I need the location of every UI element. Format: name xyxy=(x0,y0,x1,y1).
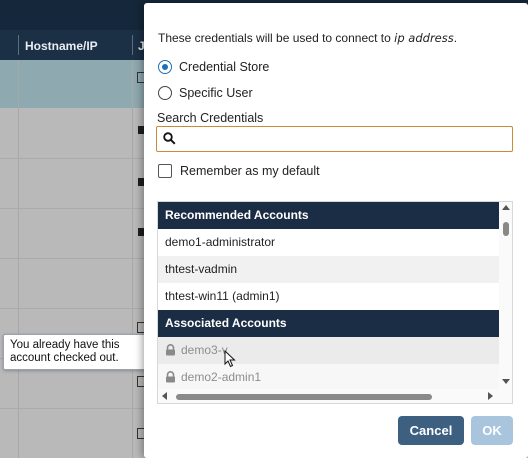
mouse-pointer-icon xyxy=(224,350,236,368)
radio-credential-store[interactable]: Credential Store xyxy=(158,60,269,74)
list-item-label: demo2-admin1 xyxy=(181,370,262,384)
row-divider xyxy=(0,408,150,409)
list-item[interactable]: thtest-win11 (admin1) xyxy=(158,283,499,310)
row-divider xyxy=(0,258,150,259)
row-divider xyxy=(0,208,150,209)
group-header-associated: Associated Accounts xyxy=(158,310,499,337)
search-input[interactable] xyxy=(181,129,506,149)
credentials-dialog: These credentials will be used to connec… xyxy=(144,3,528,458)
row-divider xyxy=(0,308,150,309)
column-separator xyxy=(18,35,19,55)
lock-icon xyxy=(166,370,175,383)
column-divider xyxy=(18,60,19,458)
search-field[interactable] xyxy=(156,126,513,152)
column-divider xyxy=(132,60,133,458)
scroll-up-icon[interactable] xyxy=(502,205,510,210)
radio-label: Specific User xyxy=(179,86,253,100)
info-prefix: These credentials will be used to connec… xyxy=(158,31,395,45)
scroll-down-icon[interactable] xyxy=(502,379,510,384)
checkbox-label: Remember as my default xyxy=(180,164,320,178)
radio-specific-user[interactable]: Specific User xyxy=(158,86,253,100)
vertical-scroll-thumb[interactable] xyxy=(503,222,509,236)
scroll-right-icon[interactable] xyxy=(488,392,493,400)
list-item-disabled[interactable]: demo3-v xyxy=(158,337,499,364)
vertical-scrollbar[interactable] xyxy=(499,202,512,389)
radio-label: Credential Store xyxy=(179,60,270,74)
radio-button-checked[interactable] xyxy=(158,60,172,74)
column-header-hostname[interactable]: Hostname/IP xyxy=(25,39,98,53)
group-header-recommended: Recommended Accounts xyxy=(158,202,499,229)
lock-icon xyxy=(166,343,175,356)
tooltip-line-2: account checked out. xyxy=(10,352,119,364)
row-divider xyxy=(0,158,150,159)
accounts-list-content: Recommended Accounts demo1-administrator… xyxy=(158,202,499,391)
search-icon xyxy=(163,132,176,145)
remember-default-checkbox[interactable]: Remember as my default xyxy=(158,164,320,178)
ok-button[interactable]: OK xyxy=(471,416,513,445)
checked-out-tooltip: You already have this account checked ou… xyxy=(3,334,151,370)
list-item-disabled[interactable]: demo2-admin1 xyxy=(158,364,499,391)
search-label: Search Credentials xyxy=(157,111,264,125)
horizontal-scroll-thumb[interactable] xyxy=(176,394,432,400)
horizontal-scrollbar[interactable] xyxy=(158,389,512,403)
cancel-button[interactable]: Cancel xyxy=(398,416,464,445)
scroll-left-icon[interactable] xyxy=(162,392,167,400)
list-item[interactable]: thtest-vadmin xyxy=(158,256,499,283)
tooltip-line-1: You already have this xyxy=(10,339,120,351)
radio-button-unchecked[interactable] xyxy=(158,86,172,100)
column-separator xyxy=(132,35,133,55)
checkbox-box[interactable] xyxy=(158,164,172,178)
info-target: ip address xyxy=(394,31,454,45)
list-item[interactable]: demo1-administrator xyxy=(158,229,499,256)
info-text: These credentials will be used to connec… xyxy=(158,31,457,45)
accounts-list[interactable]: Recommended Accounts demo1-administrator… xyxy=(157,201,513,404)
info-suffix: . xyxy=(453,31,458,45)
list-item-label: demo3-v xyxy=(181,343,228,357)
